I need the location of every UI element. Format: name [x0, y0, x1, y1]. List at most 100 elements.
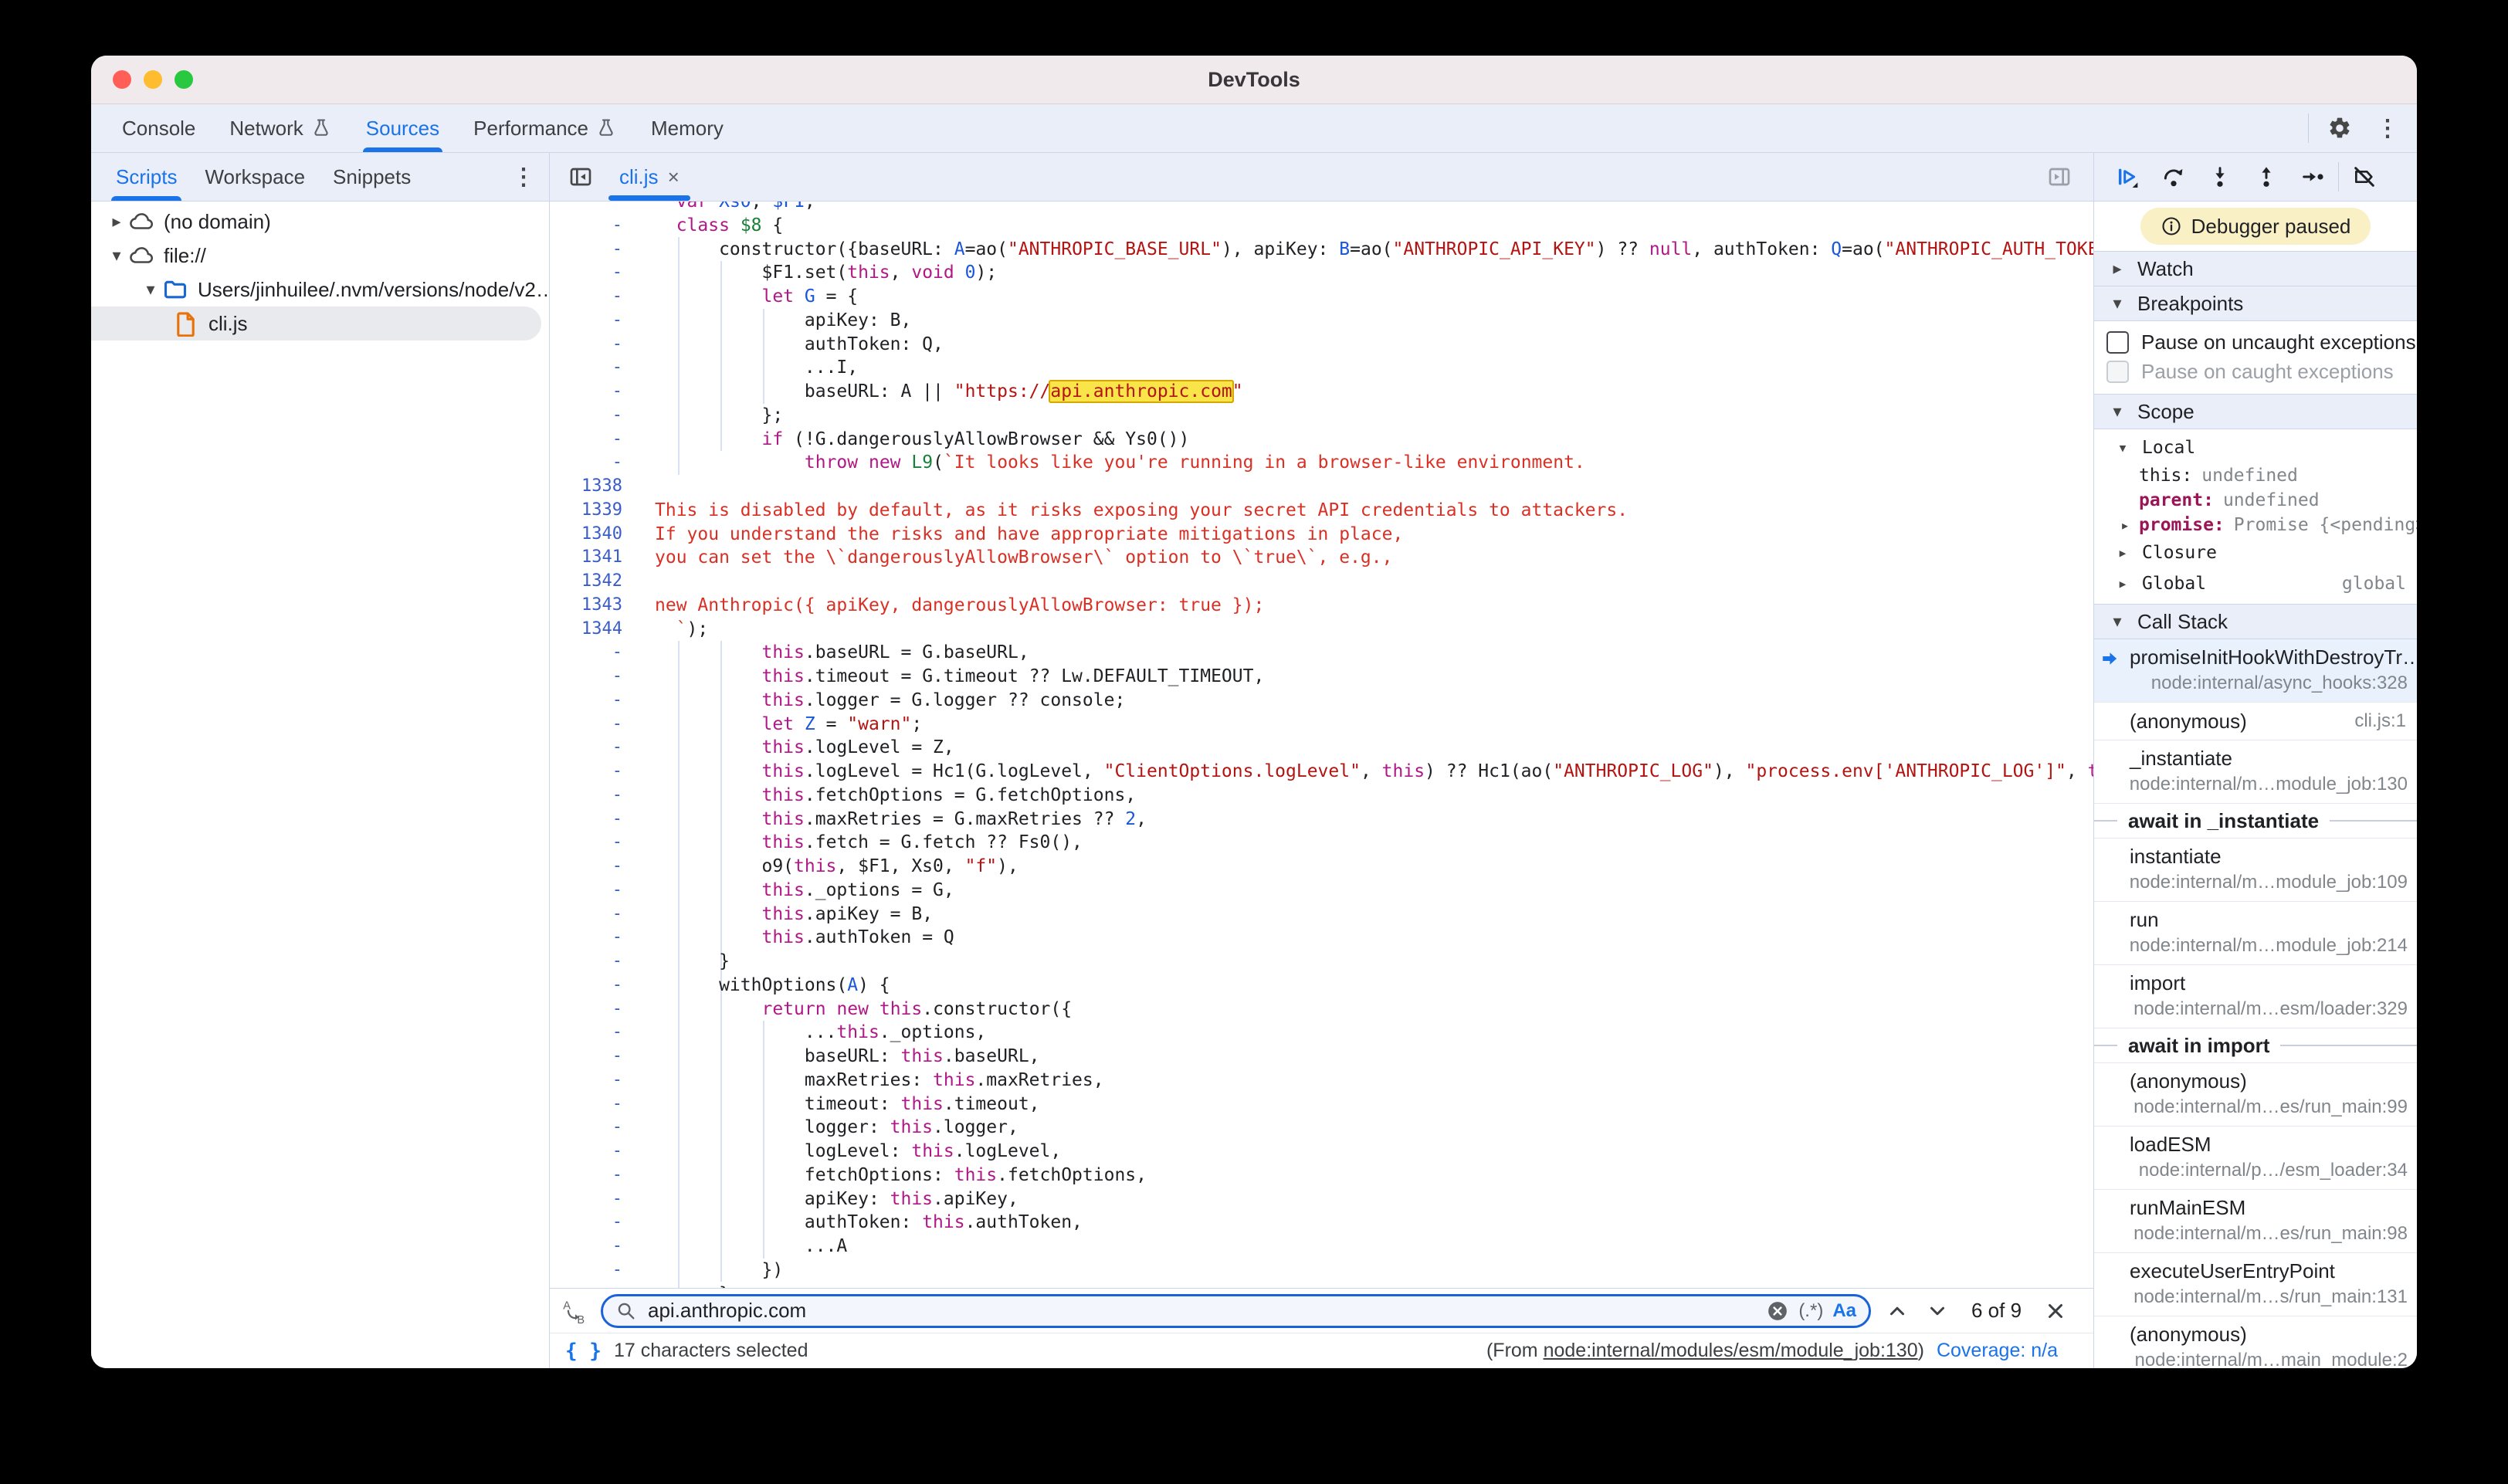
search-input[interactable]: [646, 1298, 1757, 1323]
line-gutter[interactable]: -: [550, 1116, 641, 1140]
line-gutter[interactable]: -: [550, 1259, 641, 1282]
previous-match-icon[interactable]: [1883, 1294, 1911, 1328]
line-gutter[interactable]: -: [550, 998, 641, 1022]
section-call-stack[interactable]: ▾ Call Stack: [2094, 604, 2417, 639]
line-gutter[interactable]: -: [550, 736, 641, 760]
line-gutter[interactable]: -: [550, 333, 641, 357]
line-gutter[interactable]: [550, 202, 641, 214]
line-gutter[interactable]: -: [550, 428, 641, 452]
minimize-window-button[interactable]: [144, 70, 162, 89]
line-gutter[interactable]: -: [550, 451, 641, 475]
line-gutter[interactable]: -: [550, 356, 641, 380]
line-gutter[interactable]: -: [550, 1069, 641, 1093]
source-origin-link[interactable]: node:internal/modules/esm/module_job:130: [1544, 1340, 1918, 1361]
call-stack-frame-anonymous[interactable]: (anonymous)node:internal/m…main_module:2: [2094, 1316, 2417, 1368]
tab-console[interactable]: Console: [105, 104, 212, 152]
line-gutter[interactable]: -: [550, 1164, 641, 1188]
navigator-tab-snippets[interactable]: Snippets: [319, 153, 425, 201]
scope-variable-promise[interactable]: ▸promise:Promise {<pending>}: [2094, 513, 2417, 537]
line-gutter[interactable]: 1339: [550, 499, 641, 523]
line-gutter[interactable]: -: [550, 214, 641, 238]
line-gutter[interactable]: 1344: [550, 618, 641, 642]
navigator-tab-workspace[interactable]: Workspace: [191, 153, 319, 201]
call-stack-frame-import[interactable]: importnode:internal/m…esm/loader:329: [2094, 965, 2417, 1028]
line-gutter[interactable]: -: [550, 665, 641, 689]
chevron-right-icon[interactable]: ▸: [2120, 516, 2130, 534]
line-gutter[interactable]: -: [550, 1188, 641, 1211]
line-gutter[interactable]: 1343: [550, 594, 641, 618]
line-gutter[interactable]: -: [550, 903, 641, 927]
line-gutter[interactable]: -: [550, 641, 641, 665]
resume-button[interactable]: [2106, 158, 2148, 195]
line-gutter[interactable]: -: [550, 831, 641, 855]
step-out-button[interactable]: [2245, 158, 2287, 195]
regex-toggle[interactable]: (.*): [1798, 1300, 1823, 1322]
next-match-icon[interactable]: [1923, 1294, 1951, 1328]
call-stack-frame-instantiate[interactable]: _instantiatenode:internal/m…module_job:1…: [2094, 740, 2417, 804]
maximize-window-button[interactable]: [175, 70, 193, 89]
replace-toggle-icon[interactable]: AB: [562, 1298, 588, 1324]
tab-performance[interactable]: Performance: [456, 104, 634, 152]
line-gutter[interactable]: -: [550, 879, 641, 903]
line-gutter[interactable]: 1342: [550, 570, 641, 594]
tab-memory[interactable]: Memory: [634, 104, 741, 152]
section-breakpoints[interactable]: ▾ Breakpoints: [2094, 286, 2417, 321]
toggle-debugger-sidebar-icon[interactable]: [2042, 160, 2076, 194]
line-gutter[interactable]: -: [550, 1045, 641, 1069]
line-gutter[interactable]: -: [550, 808, 641, 832]
step-into-button[interactable]: [2199, 158, 2241, 195]
close-search-icon[interactable]: [2042, 1294, 2069, 1328]
line-gutter[interactable]: -: [550, 285, 641, 309]
line-gutter[interactable]: -: [550, 261, 641, 285]
settings-button[interactable]: [2323, 111, 2357, 145]
line-gutter[interactable]: 1341: [550, 546, 641, 570]
tree-item-users-jinhuilee-nvm-versions-node-v2[interactable]: ▾Users/jinhuilee/.nvm/versions/node/v2…: [91, 273, 549, 307]
call-stack-frame-promiseinithookwithdestroytr[interactable]: promiseInitHookWithDestroyTr…node:intern…: [2094, 639, 2417, 703]
chevron-down-icon[interactable]: ▾: [105, 246, 128, 266]
line-gutter[interactable]: -: [550, 380, 641, 404]
line-gutter[interactable]: -: [550, 974, 641, 998]
tab-sources[interactable]: Sources: [349, 104, 456, 152]
line-gutter[interactable]: -: [550, 713, 641, 737]
tree-item-no-domain[interactable]: ▸(no domain): [91, 205, 549, 239]
line-gutter[interactable]: 1340: [550, 523, 641, 547]
section-scope[interactable]: ▾ Scope: [2094, 394, 2417, 429]
deactivate-breakpoints-button[interactable]: [2344, 158, 2385, 195]
navigator-more-button[interactable]: ⋮: [512, 164, 535, 191]
call-stack-frame-run[interactable]: runnode:internal/m…module_job:214: [2094, 902, 2417, 965]
line-gutter[interactable]: -: [550, 760, 641, 784]
line-gutter[interactable]: -: [550, 926, 641, 950]
line-gutter[interactable]: -: [550, 238, 641, 262]
checkbox-unchecked[interactable]: [2106, 331, 2129, 354]
call-stack-frame-instantiate[interactable]: instantiatenode:internal/m…module_job:10…: [2094, 839, 2417, 902]
line-gutter[interactable]: 1338: [550, 475, 641, 499]
scope-group-local[interactable]: ▾Local: [2094, 432, 2417, 463]
line-gutter[interactable]: -: [550, 1235, 641, 1259]
line-gutter[interactable]: -: [550, 1093, 641, 1116]
line-gutter[interactable]: -: [550, 950, 641, 974]
line-gutter[interactable]: -: [550, 1282, 641, 1289]
close-tab-icon[interactable]: ×: [668, 165, 680, 189]
line-gutter[interactable]: -: [550, 404, 641, 428]
line-gutter[interactable]: -: [550, 1021, 641, 1045]
line-gutter[interactable]: -: [550, 309, 641, 333]
file-tab-clijs[interactable]: cli.js ×: [604, 153, 695, 201]
tab-network[interactable]: Network: [212, 104, 348, 152]
chevron-right-icon[interactable]: ▸: [105, 212, 128, 232]
close-window-button[interactable]: [113, 70, 131, 89]
call-stack-frame-anonymous[interactable]: (anonymous)cli.js:1: [2094, 703, 2417, 740]
scope-group-global[interactable]: ▸Globalglobal: [2094, 568, 2417, 599]
call-stack-frame-runmainesm[interactable]: runMainESMnode:internal/m…es/run_main:98: [2094, 1190, 2417, 1253]
line-gutter[interactable]: -: [550, 855, 641, 879]
more-options-button[interactable]: ⋮: [2371, 111, 2405, 145]
call-stack-frame-loadesm[interactable]: loadESMnode:internal/p…/esm_loader:34: [2094, 1127, 2417, 1190]
step-over-button[interactable]: [2153, 158, 2194, 195]
call-stack-frame-anonymous[interactable]: (anonymous)node:internal/m…es/run_main:9…: [2094, 1063, 2417, 1127]
match-case-toggle[interactable]: Aa: [1832, 1300, 1856, 1322]
step-button[interactable]: [2292, 158, 2333, 195]
coverage-link[interactable]: Coverage: n/a: [1937, 1340, 2058, 1362]
scope-variable-parent[interactable]: parent:undefined: [2094, 488, 2417, 513]
line-gutter[interactable]: -: [550, 689, 641, 713]
toggle-navigator-icon[interactable]: [564, 160, 598, 194]
chevron-down-icon[interactable]: ▾: [139, 280, 162, 300]
